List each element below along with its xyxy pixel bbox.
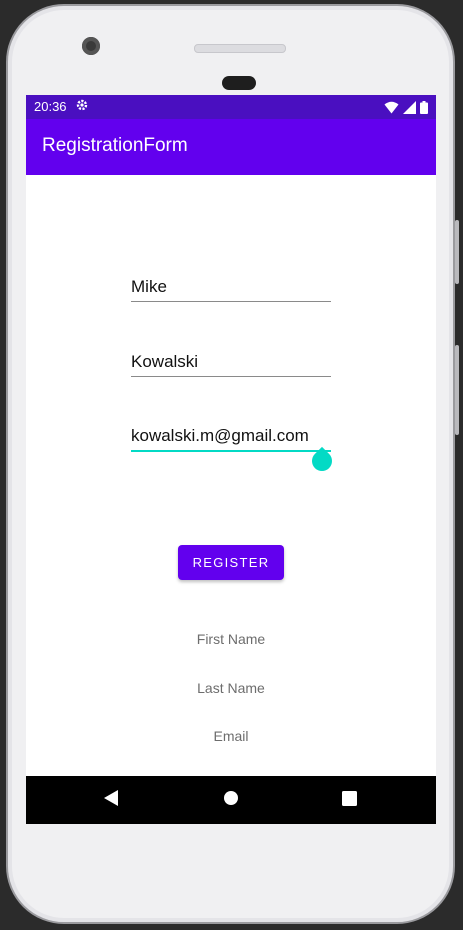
earpiece-speaker [194, 44, 286, 53]
app-title: RegistrationForm [42, 135, 188, 156]
front-camera [82, 37, 100, 55]
status-time: 20:36 [34, 99, 67, 114]
email-value: kowalski.m@gmail.com [131, 426, 309, 445]
settings-gear-icon [75, 98, 89, 116]
home-button[interactable] [207, 776, 255, 824]
home-icon [223, 790, 239, 810]
signal-icon [403, 99, 416, 118]
register-button[interactable]: REGISTER [178, 545, 284, 580]
back-button[interactable] [87, 776, 135, 824]
navigation-bar [26, 776, 436, 824]
last-name-input[interactable]: Kowalski [131, 346, 331, 377]
recents-icon [341, 790, 357, 810]
app-bar: RegistrationForm [26, 119, 436, 175]
power-button [455, 345, 459, 435]
first-name-value: Mike [131, 277, 167, 296]
email-label: Email [213, 728, 249, 744]
battery-icon [420, 99, 428, 118]
app-screen: 20:36 RegistrationForm Mike Kowalski kow… [26, 95, 436, 824]
last-name-value: Kowalski [131, 352, 199, 371]
recents-button[interactable] [325, 776, 373, 824]
proximity-sensor [222, 76, 256, 90]
status-bar: 20:36 [26, 95, 436, 119]
first-name-input[interactable]: Mike [131, 271, 331, 302]
last-name-label: Last Name [197, 680, 265, 696]
volume-button [455, 220, 459, 284]
email-input[interactable]: kowalski.m@gmail.com [131, 420, 331, 452]
back-icon [103, 789, 119, 811]
first-name-label: First Name [196, 631, 266, 647]
wifi-icon [384, 99, 399, 118]
